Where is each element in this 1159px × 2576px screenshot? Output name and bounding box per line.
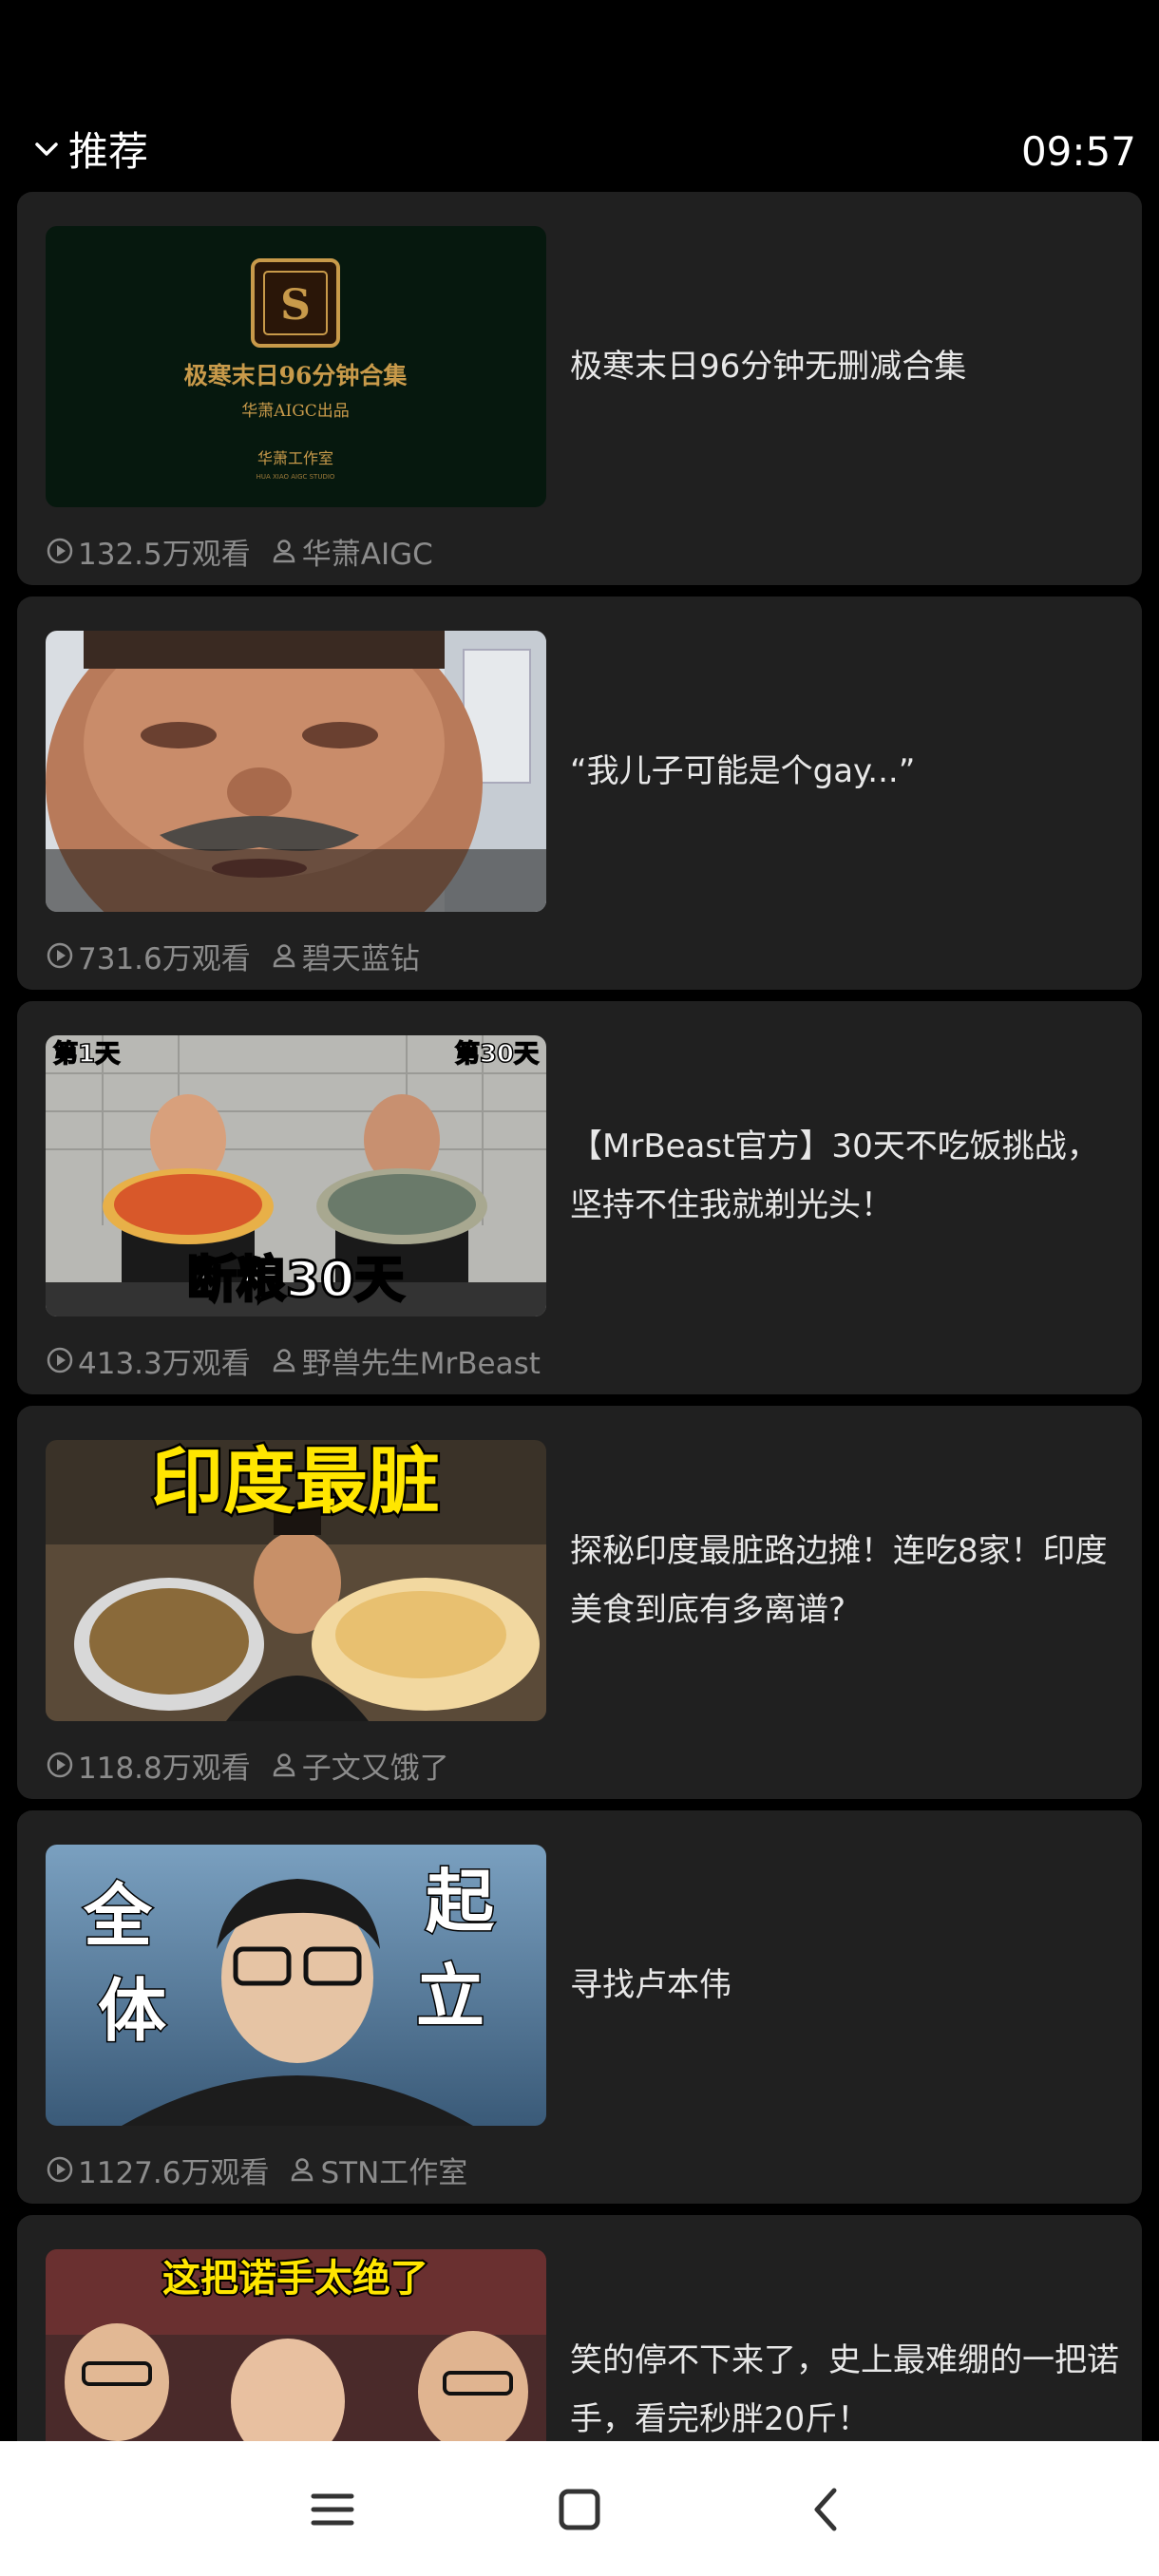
video-card[interactable]: “我儿子可能是个gay...” 731.6万观看 碧天蓝钻 <box>17 597 1142 990</box>
video-meta: 1127.6万观看 STN工作室 <box>46 2149 467 2190</box>
person-icon <box>273 1349 295 1373</box>
video-feed[interactable]: S 极寒末日96分钟合集 华萧AIGC出品 华萧工作室 HUA XIAO AIG… <box>17 192 1142 2441</box>
thumb-studio-en-text: HUA XIAO AIGC STUDIO <box>256 473 335 481</box>
video-meta: 132.5万观看 华萧AIGC <box>46 530 433 572</box>
person-icon <box>273 944 295 968</box>
video-card[interactable]: 这把诺手太绝了 笑的停不下来了，史上最难绷的一把诺手，看完秒胖20斤！ <box>17 2215 1142 2441</box>
video-title[interactable]: 寻找卢本伟 <box>570 1845 1121 2126</box>
thumb-day30-text: 第30天 <box>455 1039 539 1069</box>
video-title[interactable]: 【MrBeast官方】30天不吃饭挑战，坚持不住我就剃光头！ <box>570 1035 1121 1316</box>
chevron-down-icon[interactable] <box>32 135 61 163</box>
person-icon <box>273 1753 295 1777</box>
play-circle-icon <box>47 1752 73 1778</box>
video-card[interactable]: S 极寒末日96分钟合集 华萧AIGC出品 华萧工作室 HUA XIAO AIG… <box>17 192 1142 585</box>
video-thumbnail[interactable] <box>46 631 546 912</box>
view-count: 132.5万观看 <box>78 537 251 572</box>
feed-header: 推荐 09:57 <box>0 114 1159 190</box>
thumb-top-text: 印度最脏 <box>151 1440 440 1524</box>
thumb-char-text: 立 <box>416 1957 484 2036</box>
system-nav-bar <box>0 2441 1159 2576</box>
video-thumbnail[interactable]: S 极寒末日96分钟合集 华萧AIGC出品 华萧工作室 HUA XIAO AIG… <box>46 226 546 507</box>
play-circle-icon <box>47 538 73 564</box>
view-count: 413.3万观看 <box>78 1346 251 1381</box>
author-name[interactable]: 碧天蓝钻 <box>302 935 420 977</box>
video-card[interactable]: 全 体 起 立 寻找卢本伟 1127.6万观看 STN工作室 <box>17 1810 1142 2204</box>
back-icon[interactable] <box>796 2479 857 2540</box>
author-name[interactable]: 野兽先生MrBeast <box>302 1339 541 1382</box>
menu-icon[interactable] <box>302 2479 363 2540</box>
play-circle-icon <box>47 1347 73 1373</box>
video-title[interactable]: 笑的停不下来了，史上最难绷的一把诺手，看完秒胖20斤！ <box>570 2249 1121 2441</box>
thumb-sub-text: 华萧AIGC出品 <box>241 402 350 421</box>
video-meta: 413.3万观看 野兽先生MrBeast <box>46 1339 541 1381</box>
thumb-day1-text: 第1天 <box>53 1039 120 1069</box>
thumb-char-text: 起 <box>426 1862 495 1941</box>
section-title[interactable]: 推荐 <box>68 123 148 180</box>
view-count: 1127.6万观看 <box>78 2155 270 2190</box>
video-meta: 118.8万观看 子文又饿了 <box>46 1744 449 1786</box>
thumb-char-text: 全 <box>83 1876 153 1956</box>
video-title[interactable]: “我儿子可能是个gay...” <box>570 631 1121 912</box>
video-thumbnail[interactable]: 全 体 起 立 <box>46 1845 546 2126</box>
person-icon <box>292 2158 314 2182</box>
thumb-studio-text: 华萧工作室 <box>257 449 333 467</box>
thumb-char-text: 体 <box>98 1971 166 2051</box>
person-icon <box>273 540 295 563</box>
video-thumbnail[interactable]: 这把诺手太绝了 <box>46 2249 546 2441</box>
view-count: 118.8万观看 <box>78 1751 251 1786</box>
video-card[interactable]: 印度最脏 探秘印度最脏路边摊！连吃8家！印度美食到底有多离谱? 118.8万观看… <box>17 1406 1142 1799</box>
thumb-bottom-text: 断粮30天 <box>187 1252 404 1309</box>
author-name[interactable]: 子文又饿了 <box>302 1744 449 1787</box>
clock-time: 09:57 <box>1020 128 1136 175</box>
play-circle-icon <box>47 942 73 969</box>
thumb-top-text: 这把诺手太绝了 <box>162 2257 428 2301</box>
video-card[interactable]: 第1天 第30天 断粮30天 【MrBeast官方】30天不吃饭挑战，坚持不住我… <box>17 1001 1142 1394</box>
author-name[interactable]: STN工作室 <box>320 2149 467 2191</box>
thumb-main-text: 极寒末日96分钟合集 <box>184 362 408 389</box>
video-title[interactable]: 极寒末日96分钟无删减合集 <box>570 226 1121 507</box>
view-count: 731.6万观看 <box>78 941 251 976</box>
video-title[interactable]: 探秘印度最脏路边摊！连吃8家！印度美食到底有多离谱? <box>570 1440 1121 1721</box>
play-circle-icon <box>47 2156 73 2183</box>
author-name[interactable]: 华萧AIGC <box>302 530 433 573</box>
video-meta: 731.6万观看 碧天蓝钻 <box>46 935 420 976</box>
video-thumbnail[interactable]: 印度最脏 <box>46 1440 546 1721</box>
square-home-icon[interactable] <box>549 2479 610 2540</box>
svg-text:S: S <box>280 281 311 330</box>
video-thumbnail[interactable]: 第1天 第30天 断粮30天 <box>46 1035 546 1316</box>
